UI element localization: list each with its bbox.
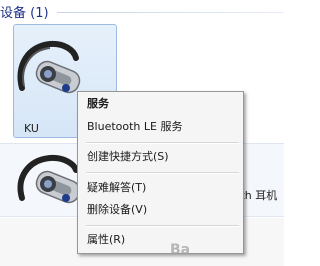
menu-item-services[interactable]: 服务 (80, 94, 241, 114)
devices-group-header[interactable]: 设备 (1) (0, 0, 284, 22)
menu-separator (86, 142, 239, 144)
context-menu: 服务 Bluetooth LE 服务 创建快捷方式(S) 疑难解答(T) 删除设… (77, 91, 244, 254)
menu-separator (86, 225, 239, 227)
devices-group-title: 设备 (1) (0, 5, 49, 21)
device-name-label: KU (24, 122, 39, 135)
menu-item-properties[interactable]: 属性(R) (80, 230, 241, 250)
menu-item-bluetooth-le-services[interactable]: Bluetooth LE 服务 (80, 117, 241, 137)
menu-item-remove-device[interactable]: 删除设备(V) (80, 200, 241, 220)
watermark-text: Ba (170, 242, 191, 258)
menu-item-create-shortcut[interactable]: 创建快捷方式(S) (80, 147, 241, 167)
bluetooth-headset-icon (17, 154, 81, 204)
menu-item-troubleshoot[interactable]: 疑难解答(T) (80, 178, 241, 198)
bluetooth-headset-icon (17, 40, 81, 94)
group-divider (56, 11, 284, 13)
menu-separator (86, 172, 239, 174)
